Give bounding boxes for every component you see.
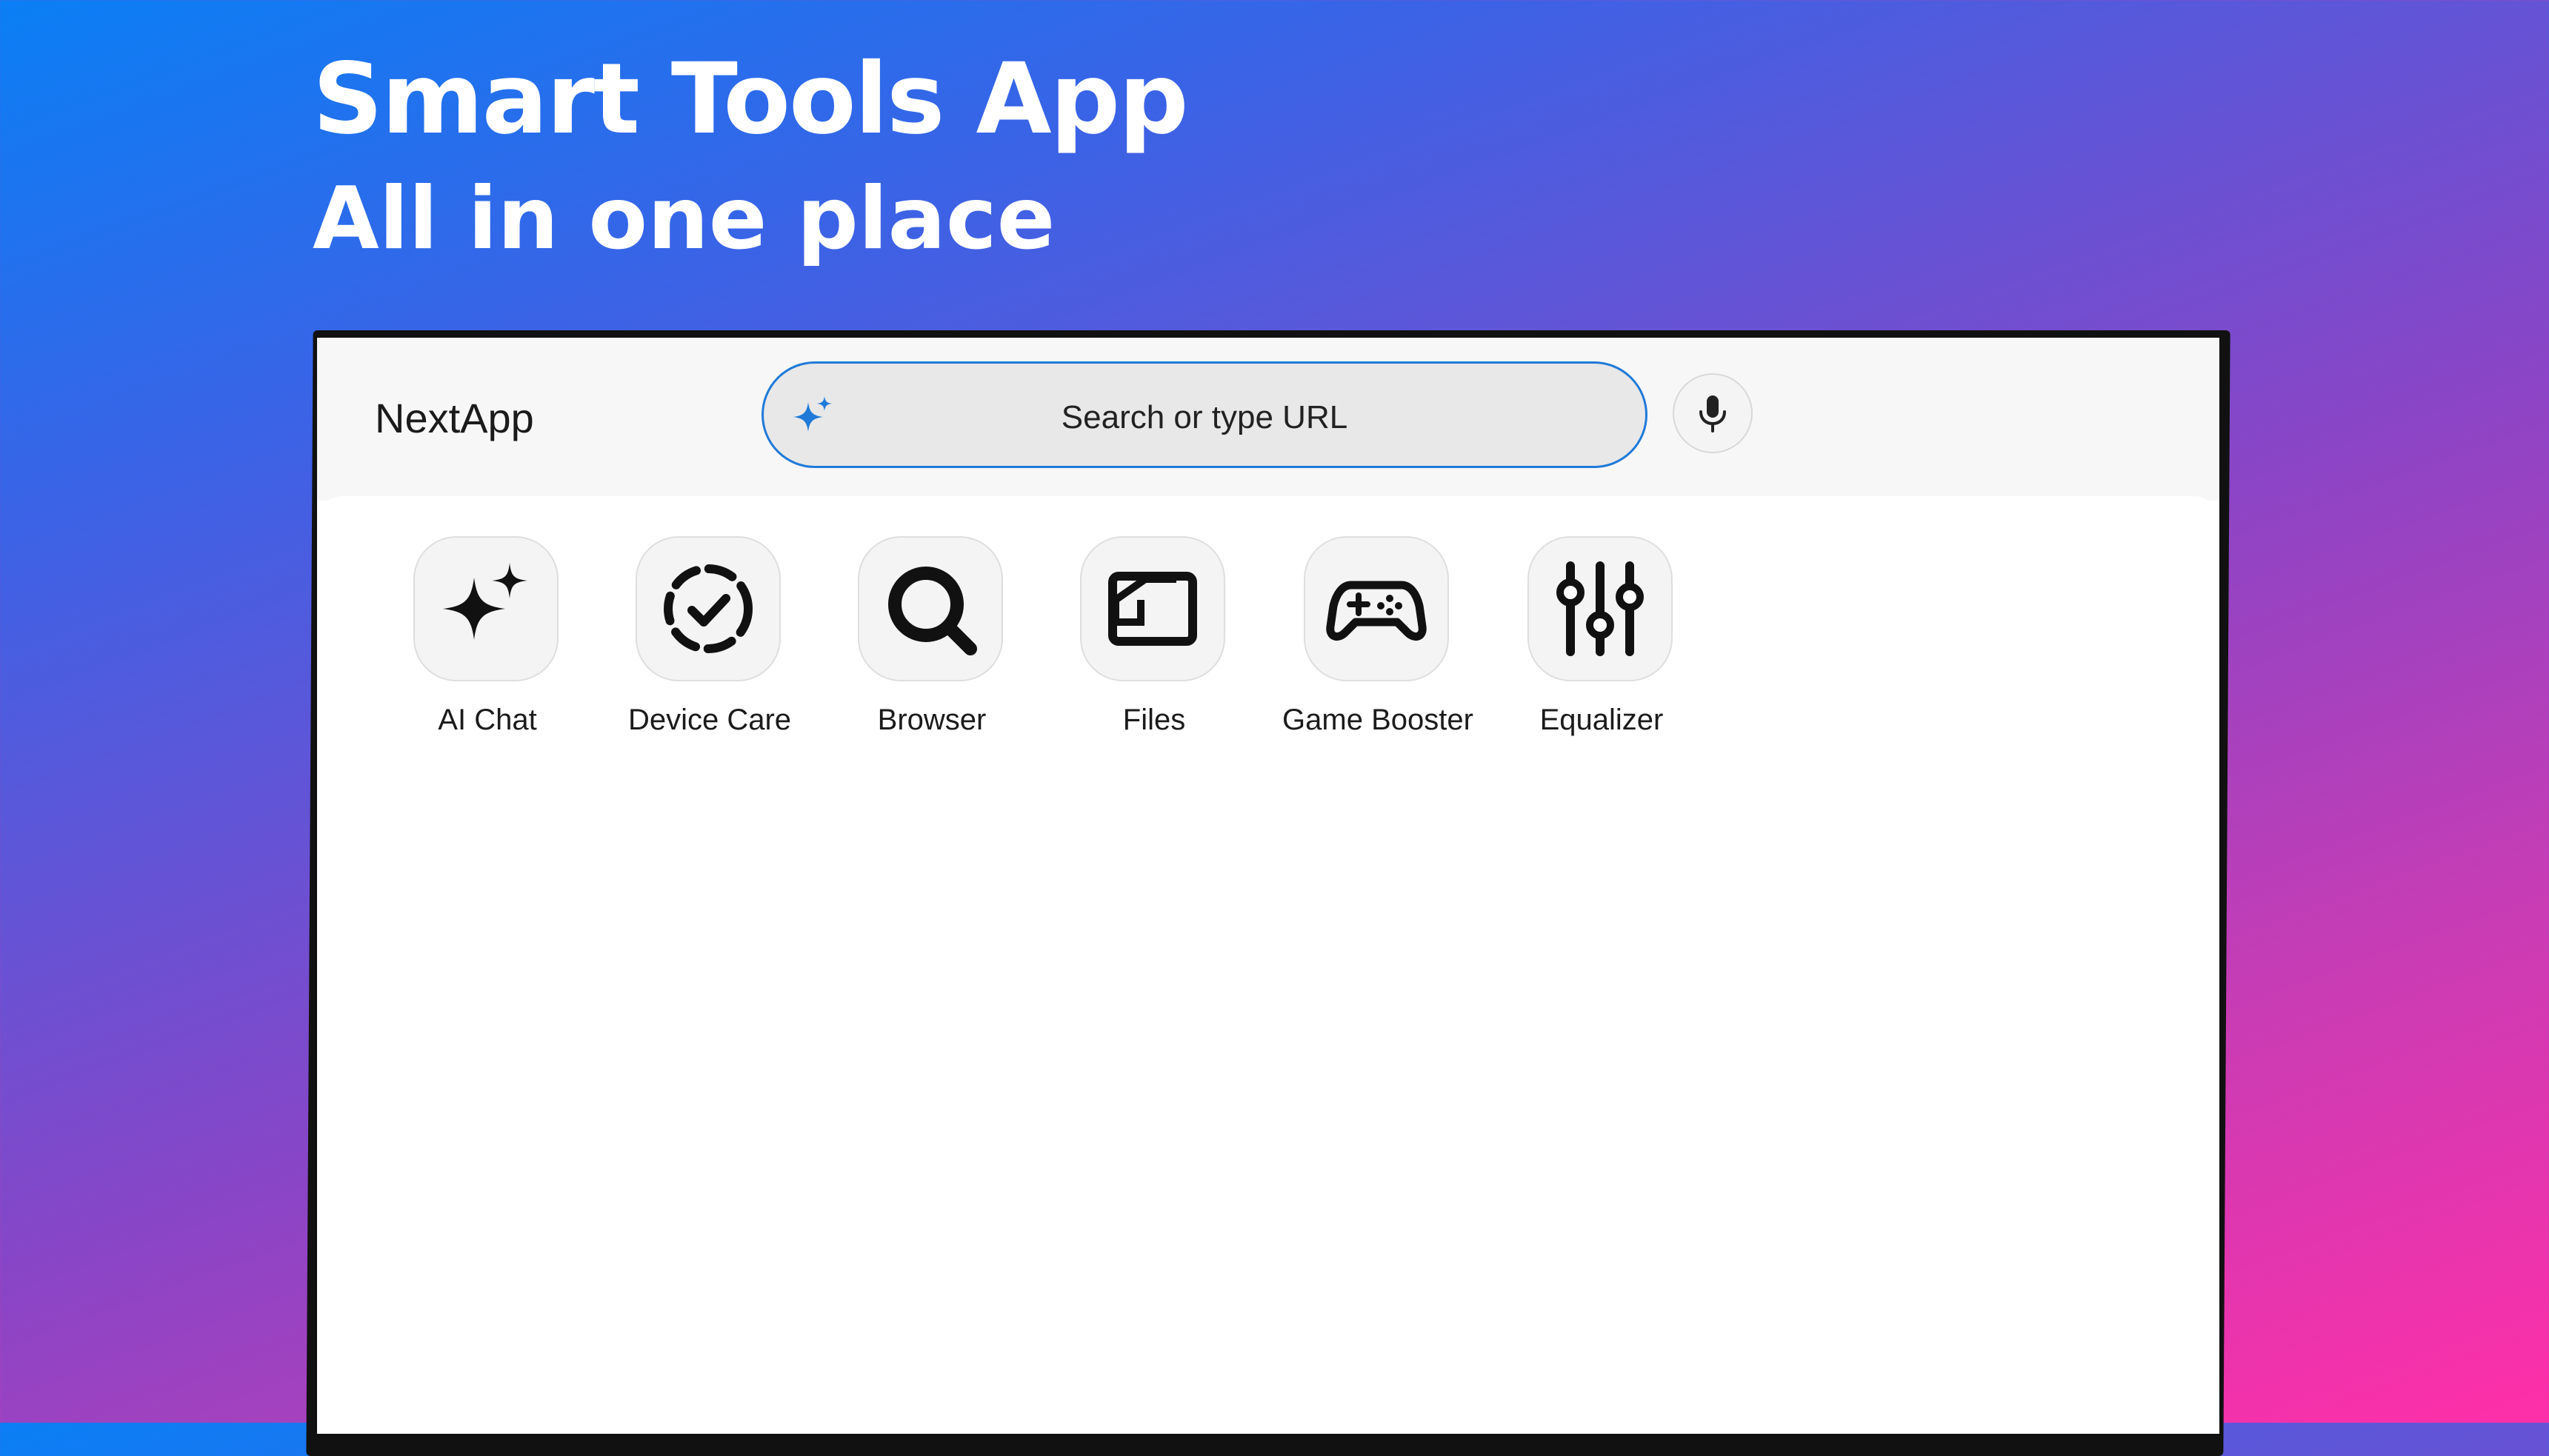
tool-tile[interactable] xyxy=(1527,536,1673,681)
search-icon xyxy=(888,567,977,655)
tool-label: AI Chat xyxy=(438,704,537,736)
tool-label: Device Care xyxy=(627,704,792,736)
search-bar[interactable]: Search or type URL xyxy=(762,361,1647,468)
gamepad-icon xyxy=(1326,581,1427,641)
circle-check-dashed-icon xyxy=(664,564,753,653)
tool-label: Files xyxy=(1122,704,1186,736)
promo-title: Smart Tools App xyxy=(313,42,1189,156)
promo-subtitle: All in one place xyxy=(313,169,1056,269)
tool-files[interactable]: Files xyxy=(1043,536,1265,758)
tool-tile[interactable] xyxy=(636,536,781,681)
tool-tile[interactable] xyxy=(1304,536,1449,681)
tool-equalizer[interactable]: Equalizer xyxy=(1490,536,1713,758)
mic-button[interactable] xyxy=(1673,373,1753,453)
tool-game-booster[interactable]: Game Booster xyxy=(1267,536,1489,758)
app-name: NextApp xyxy=(375,395,534,441)
tool-tile[interactable] xyxy=(858,536,1003,681)
sliders-icon xyxy=(1556,561,1644,656)
app-screen: NextApp Search or type URL AI Chat Devic… xyxy=(317,338,2219,1434)
tool-device-care[interactable]: Device Care xyxy=(599,536,821,758)
sparkle-icon xyxy=(443,563,527,640)
top-bar: NextApp Search or type URL xyxy=(317,338,2219,501)
folder-icon xyxy=(1108,572,1197,646)
tool-tile[interactable] xyxy=(1080,536,1225,681)
tool-tile[interactable] xyxy=(413,536,559,681)
tool-ai-chat[interactable]: AI Chat xyxy=(376,536,599,758)
tool-label: Equalizer xyxy=(1539,704,1664,736)
search-placeholder[interactable]: Search or type URL xyxy=(764,399,1645,436)
tool-browser[interactable]: Browser xyxy=(821,536,1043,758)
tool-label: Game Booster xyxy=(1282,704,1473,736)
tool-label: Browser xyxy=(877,704,987,736)
microphone-icon xyxy=(1699,395,1726,433)
